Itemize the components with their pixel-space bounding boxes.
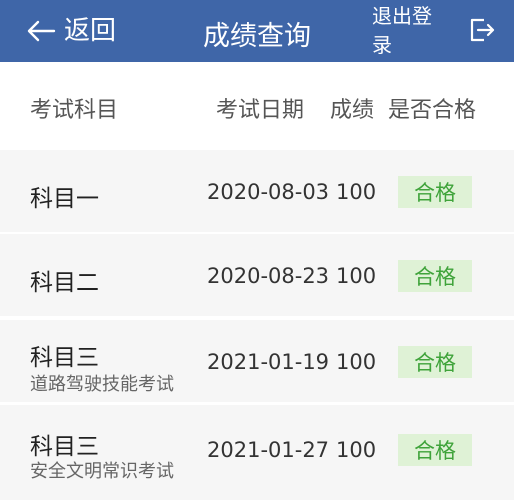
row-subject: 科目三 bbox=[30, 434, 99, 460]
column-header-subject: 考试科目 bbox=[30, 98, 119, 123]
row-subject: 科目三 bbox=[30, 345, 99, 371]
table-row[interactable]: 科目二 2020-08-23 100 合格 bbox=[0, 234, 514, 316]
row-date: 2021-01-19 bbox=[207, 350, 330, 374]
pass-badge: 合格 bbox=[398, 176, 472, 208]
back-label: 返回 bbox=[64, 16, 117, 46]
pass-badge: 合格 bbox=[398, 346, 472, 378]
table-row[interactable]: 科目三 安全文明常识考试 2021-01-27 100 合格 bbox=[0, 405, 514, 500]
back-button[interactable]: 返回 bbox=[26, 10, 116, 52]
left-arrow-icon bbox=[27, 20, 56, 42]
row-subject: 科目一 bbox=[30, 186, 99, 212]
row-score: 100 bbox=[336, 264, 377, 288]
column-header-result: 是否合格 bbox=[388, 98, 477, 123]
row-subject: 科目二 bbox=[30, 270, 99, 296]
row-date: 2020-08-23 bbox=[207, 264, 330, 288]
logout-button[interactable]: 退出登录 bbox=[372, 2, 450, 60]
table-row[interactable]: 科目一 2020-08-03 100 合格 bbox=[0, 150, 514, 232]
pass-badge: 合格 bbox=[398, 434, 472, 466]
table-row[interactable]: 科目三 道路驾驶技能考试 2021-01-19 100 合格 bbox=[0, 320, 514, 402]
logout-icon[interactable] bbox=[468, 17, 496, 43]
row-score: 100 bbox=[336, 180, 377, 204]
row-date: 2020-08-03 bbox=[207, 180, 330, 204]
row-subject-note: 道路驾驶技能考试 bbox=[30, 374, 174, 395]
pass-badge: 合格 bbox=[398, 260, 472, 292]
table-header: 考试科目 考试日期 成绩 是否合格 bbox=[0, 62, 514, 148]
top-bar: 返回 成绩查询 退出登录 bbox=[0, 0, 514, 62]
row-score: 100 bbox=[336, 350, 377, 374]
column-header-score: 成绩 bbox=[330, 98, 375, 123]
column-header-date: 考试日期 bbox=[216, 98, 305, 123]
row-score: 100 bbox=[336, 438, 377, 462]
row-date: 2021-01-27 bbox=[207, 438, 330, 462]
row-subject-note: 安全文明常识考试 bbox=[30, 461, 174, 482]
